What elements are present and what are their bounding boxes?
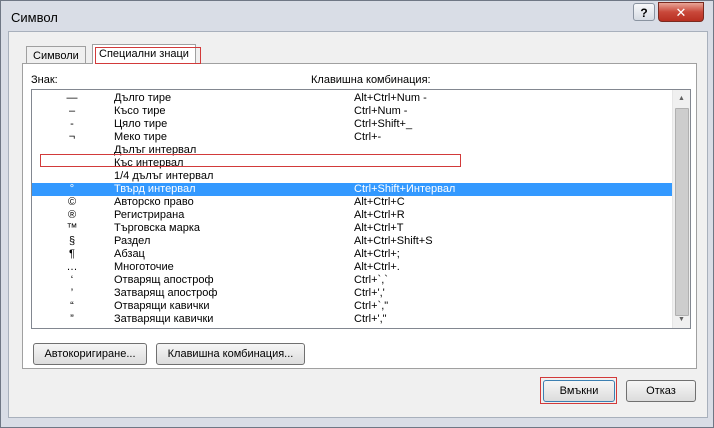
list-item[interactable]: § Раздел Alt+Ctrl+Shift+S	[32, 235, 674, 248]
list-item[interactable]: 1/4 дълъг интервал	[32, 170, 674, 183]
shortcut-key: Alt+Ctrl+T	[354, 222, 404, 234]
shortcut-key-button[interactable]: Клавишна комбинация...	[156, 343, 305, 365]
character-name: Дълъг интервал	[114, 144, 197, 156]
character-name: Отварящи кавички	[114, 300, 210, 312]
tab-special-characters[interactable]: Специални знаци	[92, 44, 196, 64]
character-name: Къс интервал	[114, 157, 184, 169]
shortcut-key: Ctrl+',"	[354, 313, 387, 325]
character-glyph: …	[66, 261, 78, 273]
shortcut-key: Ctrl+Num -	[354, 105, 408, 117]
shortcut-key: Alt+Ctrl+C	[354, 196, 405, 208]
special-characters-list[interactable]: — Дълго тире Alt+Ctrl+Num - – Късо тире Ctrl+…	[31, 89, 691, 329]
tab-symbols[interactable]: Символи	[26, 46, 86, 64]
character-glyph: §	[68, 235, 76, 247]
character-name: Отварящ апостроф	[114, 274, 214, 286]
list-item[interactable]: ™ Търговска марка Alt+Ctrl+T	[32, 222, 674, 235]
window-title: Символ	[11, 10, 58, 25]
shortcut-key: Alt+Ctrl+R	[354, 209, 405, 221]
character-name: Регистрирана	[114, 209, 185, 221]
character-name: Раздел	[114, 235, 151, 247]
shortcut-key: Alt+Ctrl+;	[354, 248, 400, 260]
insert-button[interactable]: Вмъкни	[543, 380, 615, 402]
character-glyph: ”	[70, 313, 74, 325]
character-name: Твърд интервал	[114, 183, 196, 195]
help-button[interactable]: ?	[633, 3, 655, 21]
character-glyph: ¶	[69, 248, 75, 260]
tab-symbols-label: Символи	[33, 50, 79, 62]
vertical-scrollbar[interactable]: ▲ ▼	[672, 90, 690, 328]
list-item[interactable]: ’ Затварящ апостроф Ctrl+','	[32, 287, 674, 300]
character-name: Късо тире	[114, 105, 166, 117]
character-glyph: ®	[67, 209, 77, 221]
title-bar[interactable]: Символ ? ✕	[1, 1, 713, 33]
dialog-client-area: Символи Специални знаци Знак: Клавишна к…	[8, 31, 708, 418]
character-name: Многоточие	[114, 261, 174, 273]
shortcut-key: Ctrl+Shift+_	[354, 118, 413, 130]
character-glyph: –	[68, 105, 76, 117]
close-icon: ✕	[675, 5, 687, 20]
character-name: Меко тире	[114, 131, 167, 143]
shortcut-key: Alt+Ctrl+Num -	[354, 92, 427, 104]
character-glyph: “	[70, 300, 74, 312]
list-item[interactable]: “ Отварящи кавички Ctrl+`,"	[32, 300, 674, 313]
shortcut-key: Ctrl+`,"	[354, 300, 389, 312]
list-item[interactable]: ® Регистрирана Alt+Ctrl+R	[32, 209, 674, 222]
character-name: Авторско право	[114, 196, 194, 208]
scrollbar-thumb[interactable]	[675, 108, 689, 316]
list-item[interactable]: ‘ Отварящ апостроф Ctrl+`,`	[32, 274, 674, 287]
character-glyph: ‘	[70, 274, 74, 286]
character-name: Затварящи кавички	[114, 313, 214, 325]
character-glyph: —	[66, 92, 78, 104]
list-item[interactable]: Дълъг интервал	[32, 144, 674, 157]
shortcut-key: Alt+Ctrl+.	[354, 261, 400, 273]
character-glyph: -	[70, 118, 74, 130]
scroll-up-arrow-icon[interactable]: ▲	[673, 90, 690, 107]
list-item[interactable]: – Късо тире Ctrl+Num -	[32, 105, 674, 118]
tab-special-characters-label: Специални знаци	[99, 48, 189, 60]
shortcut-key: Alt+Ctrl+Shift+S	[354, 235, 433, 247]
column-header-shortcut: Клавишна комбинация:	[311, 74, 431, 86]
character-name: 1/4 дълъг интервал	[114, 170, 214, 182]
cancel-button[interactable]: Отказ	[626, 380, 696, 402]
character-glyph: ¬	[68, 131, 76, 143]
list-item[interactable]: Къс интервал	[32, 157, 674, 170]
list-item[interactable]: … Многоточие Alt+Ctrl+.	[32, 261, 674, 274]
scroll-down-arrow-icon[interactable]: ▼	[673, 311, 690, 328]
list-item[interactable]: - Цяло тире Ctrl+Shift+_	[32, 118, 674, 131]
list-item[interactable]: ¬ Меко тире Ctrl+-	[32, 131, 674, 144]
shortcut-key: Ctrl+','	[354, 287, 385, 299]
shortcut-key: Ctrl+-	[354, 131, 382, 143]
list-item[interactable]: ¶ Абзац Alt+Ctrl+;	[32, 248, 674, 261]
character-name: Дълго тире	[114, 92, 172, 104]
list-item[interactable]: ” Затварящи кавички Ctrl+',"	[32, 313, 674, 326]
autocorrect-button[interactable]: Автокоригиране...	[33, 343, 147, 365]
close-button[interactable]: ✕	[658, 2, 704, 22]
shortcut-key: Ctrl+`,`	[354, 274, 388, 286]
symbol-dialog: Символ ? ✕ Символи Специални знаци Знак:…	[0, 0, 714, 428]
character-name: Затварящ апостроф	[114, 287, 218, 299]
character-glyph: ™	[66, 222, 78, 234]
shortcut-key: Ctrl+Shift+Интервал	[354, 183, 456, 195]
character-glyph: ’	[70, 287, 74, 299]
list-item[interactable]: ° Твърд интервал Ctrl+Shift+Интервал	[32, 183, 674, 196]
list-item[interactable]: © Авторско право Alt+Ctrl+C	[32, 196, 674, 209]
character-glyph: °	[69, 183, 75, 195]
character-name: Цяло тире	[114, 118, 168, 130]
character-name: Търговска марка	[114, 222, 201, 234]
character-name: Абзац	[114, 248, 145, 260]
list-item[interactable]: — Дълго тире Alt+Ctrl+Num -	[32, 92, 674, 105]
column-header-sign: Знак:	[31, 74, 58, 86]
character-glyph: ©	[67, 196, 77, 208]
